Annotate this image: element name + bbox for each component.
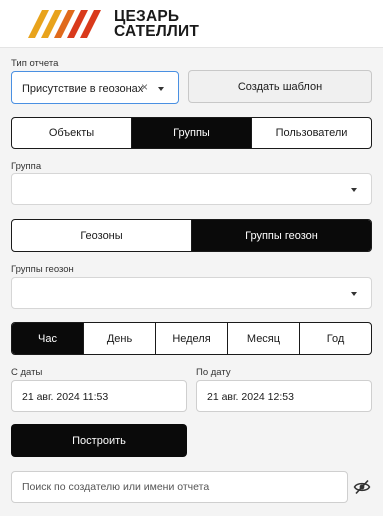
eye-off-icon[interactable] [353,479,371,495]
date-from-value: 21 авг. 2024 11:53 [22,391,109,403]
group-label: Группа [11,161,42,172]
chevron-down-icon[interactable] [351,188,357,192]
entity-tabs: Объекты Группы Пользователи [11,117,372,149]
logo-stripes-icon [28,10,101,38]
create-template-button[interactable]: Создать шаблон [188,70,372,103]
chevron-down-icon[interactable] [351,292,357,296]
search-input[interactable] [11,471,348,503]
group-select[interactable] [11,173,372,205]
tab-month[interactable]: Месяц [228,323,300,354]
tab-hour[interactable]: Час [12,323,84,354]
date-from-label: С даты [11,367,43,378]
tab-users[interactable]: Пользователи [252,118,371,148]
report-type-value: Присутствие в геозонах [22,83,144,95]
brand-line-1: ЦЕЗАРЬ [114,8,180,25]
geozone-tabs: Геозоны Группы геозон [11,219,372,252]
brand-line-2: САТЕЛЛИТ [114,23,199,40]
geozone-groups-select[interactable] [11,277,372,309]
date-to-label: По дату [196,367,231,378]
period-tabs: Час День Неделя Месяц Год [11,322,372,355]
tab-day[interactable]: День [84,323,156,354]
date-to-value: 21 авг. 2024 12:53 [207,391,294,403]
report-type-select[interactable]: Присутствие в геозонах × [11,71,179,104]
logo: ЦЕЗАРЬ САТЕЛЛИТ [22,9,199,39]
app-header: ЦЕЗАРЬ САТЕЛЛИТ [0,0,383,48]
brand-name: ЦЕЗАРЬ САТЕЛЛИТ [114,8,199,40]
tab-groups[interactable]: Группы [132,118,252,148]
tab-geozone-groups[interactable]: Группы геозон [192,220,371,251]
tab-year[interactable]: Год [300,323,371,354]
clear-icon[interactable]: × [141,80,148,94]
tab-objects[interactable]: Объекты [12,118,132,148]
date-to-field[interactable]: 21 авг. 2024 12:53 [196,380,372,412]
tab-geozones[interactable]: Геозоны [12,220,192,251]
build-button[interactable]: Построить [11,424,187,457]
geozone-groups-label: Группы геозон [11,264,74,275]
tab-week[interactable]: Неделя [156,323,228,354]
chevron-down-icon[interactable] [158,86,164,91]
date-from-field[interactable]: 21 авг. 2024 11:53 [11,380,187,412]
report-type-label: Тип отчета [11,58,59,69]
